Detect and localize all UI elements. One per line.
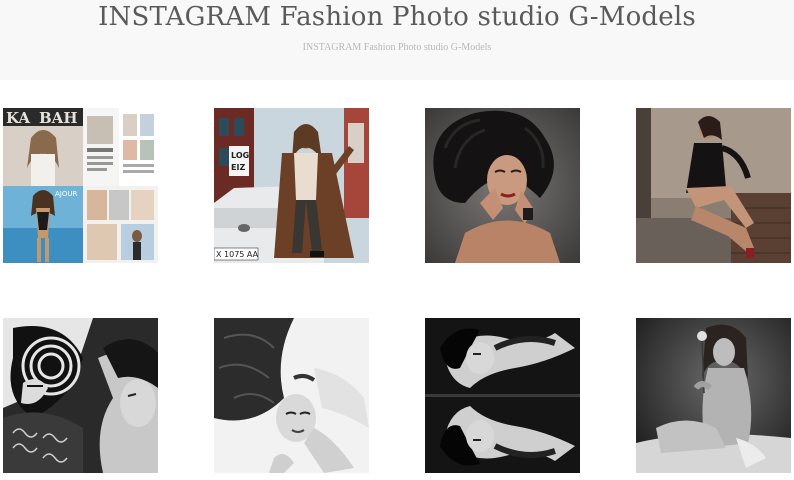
photo-image (425, 108, 580, 263)
svg-text:LOG: LOG (231, 151, 249, 160)
page-title: INSTAGRAM Fashion Photo studio G-Models (98, 2, 696, 32)
gallery-photo-bw-graphic-art[interactable] (3, 318, 158, 473)
gallery-photo-bw-seated-model[interactable] (636, 318, 791, 473)
gallery-photo-bw-reclining-model[interactable] (214, 318, 369, 473)
photo-image (3, 318, 158, 473)
photo-image (425, 318, 580, 473)
photo-image (214, 318, 369, 473)
photo-image (636, 108, 791, 263)
gallery-photo-street-fashion[interactable]: LOG EIZ X 1075 AA (214, 108, 369, 263)
svg-text:BAH: BAH (39, 109, 78, 127)
svg-text:EIZ: EIZ (231, 163, 245, 172)
photo-image: KA BAH AJOUR (3, 108, 158, 263)
gallery-photo-bw-mirrored-pose[interactable] (425, 318, 580, 473)
page-header: INSTAGRAM Fashion Photo studio G-Models … (0, 0, 794, 80)
cover-caption-text: AJOUR (55, 190, 77, 198)
gallery-photo-seated-model[interactable] (636, 108, 791, 263)
magazine-title-text: KA (6, 109, 30, 127)
svg-text:X 1075 AA: X 1075 AA (216, 250, 259, 259)
gallery-photo-magazine-collage[interactable]: KA BAH AJOUR (3, 108, 158, 263)
photo-image: LOG EIZ X 1075 AA (214, 108, 369, 263)
gallery-photo-dark-hair-portrait[interactable] (425, 108, 580, 263)
photo-image (636, 318, 791, 473)
page-subtitle: INSTAGRAM Fashion Photo studio G-Models (302, 42, 492, 53)
